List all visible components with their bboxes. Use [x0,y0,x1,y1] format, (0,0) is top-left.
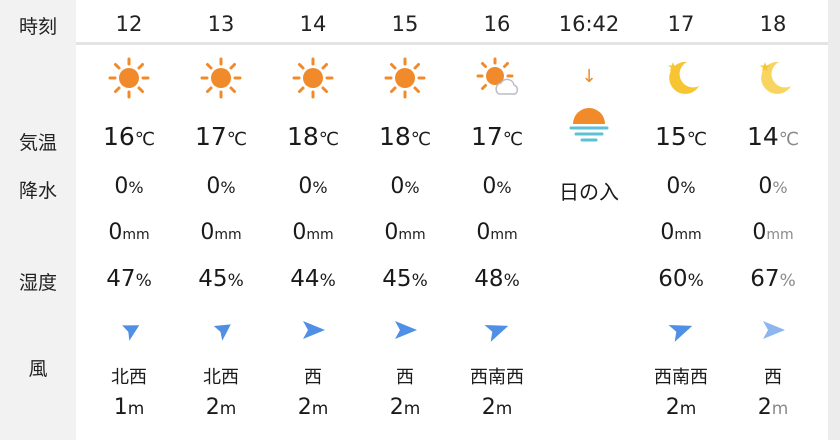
sunset-label: 日の入 [559,180,619,204]
hour-column: 13 17℃ 0% 0mm 45% 北西 2m [175,0,267,440]
precip-chance: 0% [390,174,420,199]
precip-amount: 0mm [200,220,242,245]
label-humidity: 湿度 [18,272,57,294]
temperature-value: 16℃ [102,122,156,151]
humidity-value: 67% [750,266,796,292]
precip-amount: 0mm [752,220,794,245]
sunset-icon [569,108,609,142]
temperature-value: 18℃ [378,122,432,151]
precip-chance: 0% [482,174,512,199]
temperature-value: 18℃ [286,122,340,151]
hour-label: 16 [483,12,511,36]
wind-speed: 2m [389,395,421,420]
sunset-column: 16:42 ↓ 日の入 [543,0,635,440]
temperature-value: 15℃ [654,122,708,151]
wind-speed: 2m [665,395,697,420]
hour-label: 15 [391,12,419,36]
humidity-value: 44% [290,266,336,292]
hour-column: 18 14℃ 0% 0mm 67% 西 2m [727,0,819,440]
wind-direction: 西 [396,367,414,388]
moon-icon [760,61,791,94]
hour-column: 15 18℃ 0% 0mm 45% 西 2m [359,0,451,440]
wind-speed: 2m [757,395,789,420]
wind-direction: 西 [764,367,782,388]
precip-amount: 0mm [660,220,702,245]
wind-speed: 2m [297,395,329,420]
wind-arrow-icon [395,321,417,339]
label-time: 時刻 [18,16,57,38]
wind-speed: 1m [113,395,145,420]
hour-label: 14 [299,12,327,36]
wind-arrow-icon [484,324,509,342]
humidity-value: 47% [106,266,152,292]
hour-label: 13 [207,12,235,36]
hour-label: 17 [667,12,695,36]
precip-chance: 0% [114,174,144,199]
wind-direction: 西南西 [470,367,524,388]
wind-direction: 西 [304,367,322,388]
humidity-value: 60% [658,266,704,292]
precip-chance: 0% [298,174,328,199]
wind-arrow-icon [303,321,325,339]
temperature-value: 17℃ [470,122,524,151]
wind-arrow-icon [763,321,785,339]
temperature-value: 14℃ [746,122,800,151]
hour-column: 17 15℃ 0% 0mm 60% 西南西 2m [635,0,727,440]
down-arrow-icon: ↓ [581,66,597,87]
precip-amount: 0mm [292,220,334,245]
wind-speed: 2m [481,395,513,420]
hour-column: 16 17℃ 0% 0mm 48% 西南西 2m [451,0,543,440]
sun-icon [384,57,426,99]
precip-chance: 0% [206,174,236,199]
humidity-value: 45% [382,266,428,292]
humidity-value: 48% [474,266,520,292]
precip-amount: 0mm [108,220,150,245]
hour-label: 18 [759,12,787,36]
wind-direction: 北西 [111,367,147,388]
wind-direction: 西南西 [654,367,708,388]
sun-icon [108,57,150,99]
hour-label: 16:42 [558,12,620,36]
precip-chance: 0% [758,174,788,199]
wind-arrow-icon [668,324,693,342]
hour-label: 12 [115,12,143,36]
temperature-value: 17℃ [194,122,248,151]
moon-icon [668,61,699,94]
scroll-edge [828,0,840,440]
sun-cloud-icon [476,57,519,95]
label-temperature: 気温 [18,132,57,154]
label-precipitation: 降水 [18,180,57,202]
wind-arrow-icon [213,324,231,341]
wind-arrow-icon [122,325,140,341]
humidity-value: 45% [198,266,244,292]
sun-icon [292,57,334,99]
precip-chance: 0% [666,174,696,199]
wind-speed: 2m [205,395,237,420]
hour-column: 12 16℃ 0% 0mm 47% 北西 1m [83,0,175,440]
hour-column: 14 18℃ 0% 0mm 44% 西 2m [267,0,359,440]
wind-direction: 北西 [203,367,239,388]
precip-amount: 0mm [384,220,426,245]
sun-icon [200,57,242,99]
label-wind: 風 [28,358,48,380]
precip-amount: 0mm [476,220,518,245]
